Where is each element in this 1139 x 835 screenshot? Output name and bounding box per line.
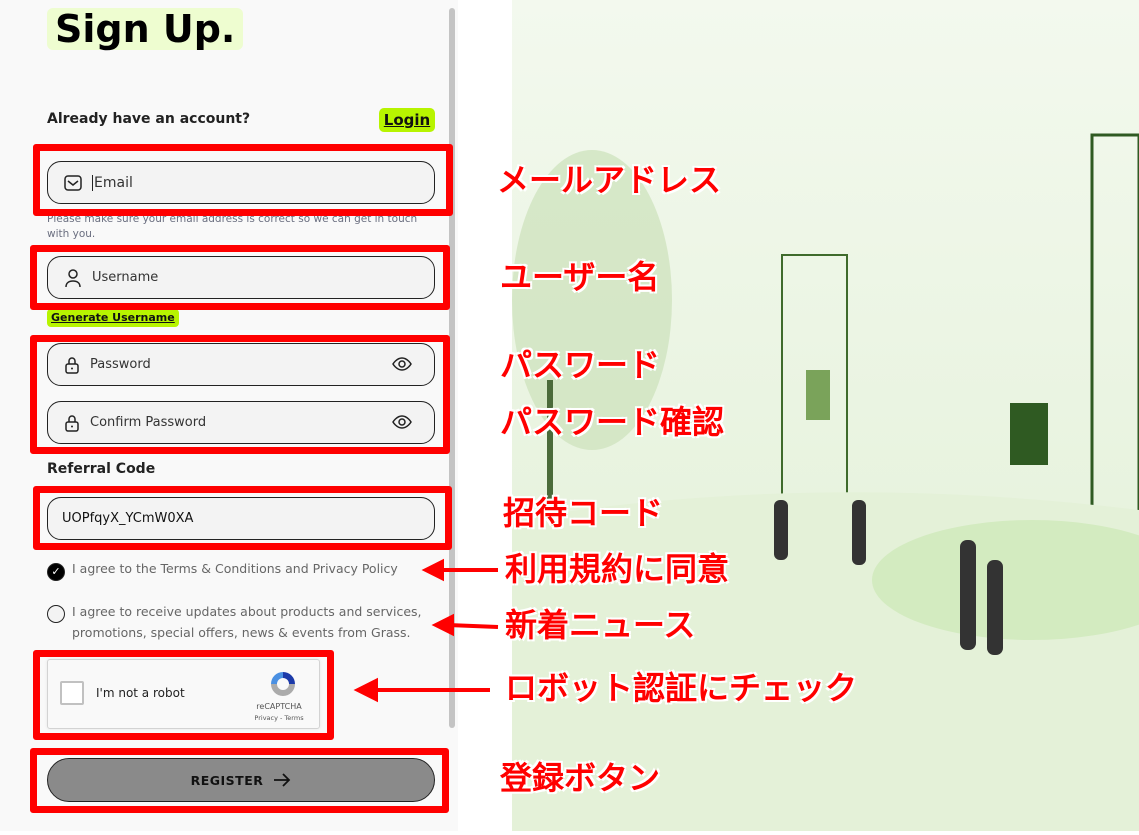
annotation-terms: 利用規約に同意: [505, 550, 730, 588]
annotation-captcha: ロボット認証にチェック: [505, 669, 858, 707]
annotation-register: 登録ボタン: [500, 759, 661, 797]
annotation-updates: 新着ニュース: [505, 606, 696, 644]
annotation-referral: 招待コード: [503, 494, 664, 532]
annotation-password: パスワード: [500, 346, 661, 384]
annotation-confirm-password: パスワード確認: [500, 403, 725, 441]
annotation-username: ユーザー名: [500, 258, 660, 296]
annotation-email: メールアドレス: [497, 161, 722, 199]
